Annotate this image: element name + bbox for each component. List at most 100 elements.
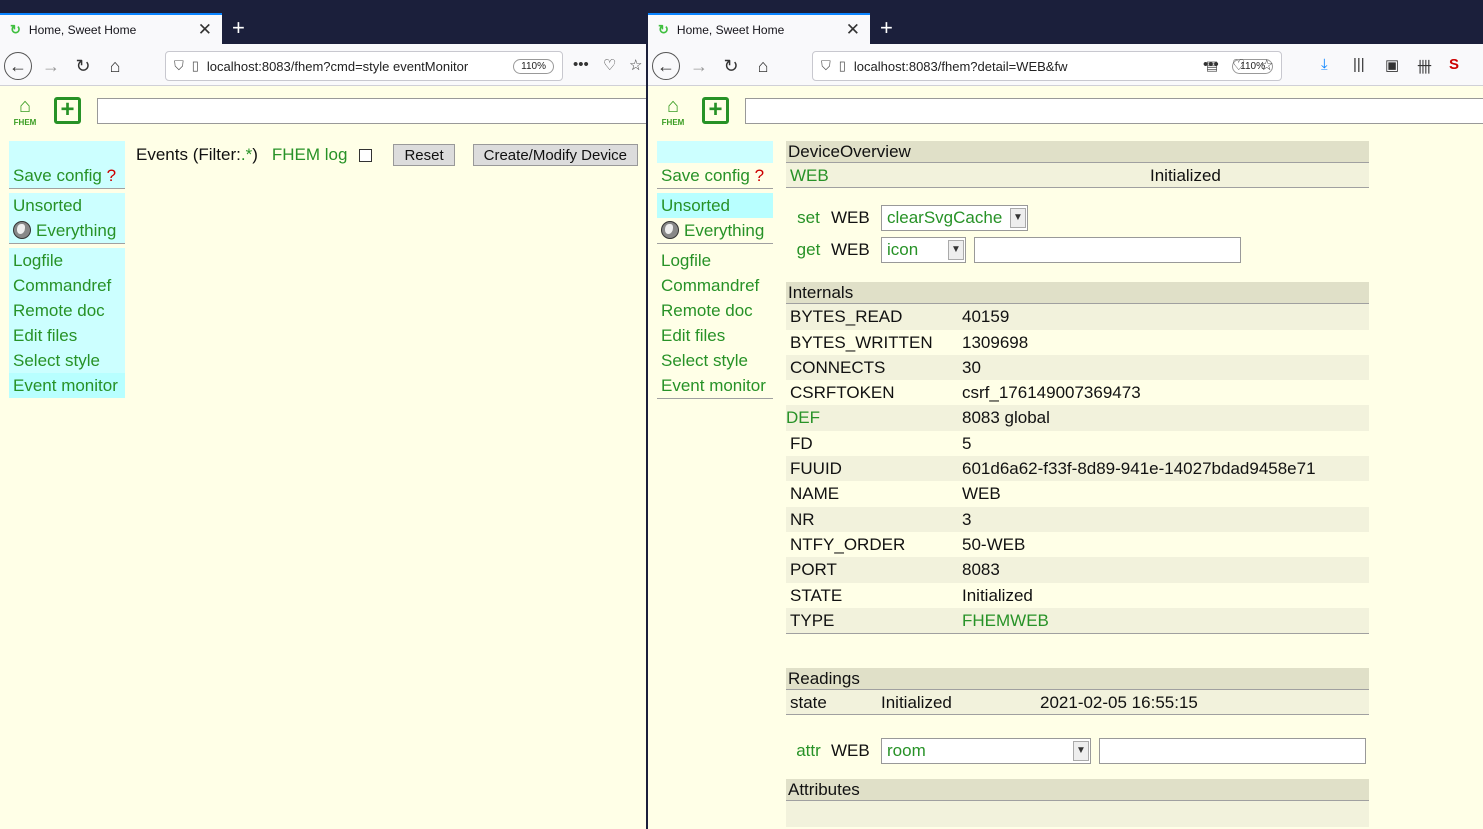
menu-edit-files[interactable]: Edit files [657, 323, 773, 348]
bookmark-star-icon[interactable]: ☆ [1260, 56, 1273, 74]
get-device-label: WEB [831, 240, 870, 260]
home-icon[interactable]: ⌂ [101, 52, 129, 80]
menu-remote-doc[interactable]: Remote doc [657, 298, 773, 323]
internal-key: FUUID [790, 459, 842, 479]
help-icon[interactable]: ? [755, 166, 764, 185]
menu-commandref[interactable]: Commandref [657, 273, 773, 298]
library-icon[interactable]: ||| [1353, 56, 1365, 73]
internal-key: CONNECTS [790, 357, 886, 377]
pocket-icon[interactable]: ♡ [1232, 56, 1245, 74]
menu-unsorted[interactable]: Unsorted [9, 193, 125, 218]
save-config-label: Save config [661, 166, 750, 185]
fhem-favicon-icon: ↻ [658, 21, 669, 37]
internal-value: 1309698 [962, 332, 1029, 352]
download-icon[interactable]: ⤓ [1321, 56, 1328, 73]
page-icon: ▯ [838, 58, 846, 73]
back-icon[interactable]: ← [4, 52, 32, 80]
command-input[interactable] [97, 98, 646, 124]
reload-icon[interactable]: ↻ [69, 52, 97, 80]
addon-icon[interactable]: S [1449, 56, 1459, 73]
menu-everything[interactable]: Everything [657, 218, 773, 243]
menu-unsorted[interactable]: Unsorted [657, 193, 773, 218]
more-icon[interactable]: ••• [1203, 56, 1219, 73]
internal-value: csrf_176149007369473 [962, 383, 1141, 403]
filter-link[interactable]: .* [241, 145, 252, 165]
home-icon[interactable]: ⌂ [749, 52, 777, 80]
menu-commandref[interactable]: Commandref [9, 273, 125, 298]
get-value-input[interactable] [974, 237, 1241, 264]
browser-tab[interactable]: ↻ Home, Sweet Home ✕ [0, 13, 222, 44]
side-menu: Save config ? Unsorted Everything Logfil… [657, 141, 773, 403]
set-command-row: set WEB clearSvgCache ▼ [786, 202, 1369, 234]
sidebar-icon[interactable]: ▣ [1385, 56, 1399, 74]
internal-key: BYTES_WRITTEN [790, 332, 933, 352]
internal-key[interactable]: DEF [786, 405, 962, 430]
everything-label: Everything [684, 221, 765, 240]
add-device-icon[interactable]: + [54, 97, 81, 124]
get-select[interactable]: icon ▼ [881, 237, 966, 264]
set-device-label: WEB [831, 208, 870, 228]
more-icon[interactable]: ••• [573, 56, 589, 73]
attr-value-input[interactable] [1099, 738, 1366, 765]
internals-header: Internals [786, 282, 1369, 305]
internal-row: CSRFTOKEN csrf_176149007369473 [786, 380, 1369, 405]
fhem-logo[interactable]: ⌂ FHEM [10, 94, 40, 128]
globe-icon [13, 221, 31, 239]
menu-remote-doc[interactable]: Remote doc [9, 298, 125, 323]
logo-text: FHEM [13, 118, 37, 127]
new-tab-icon[interactable]: + [232, 15, 245, 41]
globe-icon [661, 221, 679, 239]
internal-value[interactable]: FHEMWEB [962, 608, 1369, 633]
side-menu: Save config ? Unsorted Everything Logfil… [9, 141, 125, 398]
chevron-down-icon: ▼ [948, 240, 964, 261]
close-tab-icon[interactable]: ✕ [846, 20, 860, 40]
get-button[interactable]: get [786, 240, 831, 260]
extension-icon[interactable]: 卌 [1417, 56, 1432, 77]
attr-select[interactable]: room ▼ [881, 738, 1091, 765]
menu-logfile[interactable]: Logfile [657, 248, 773, 273]
internal-key: NR [790, 509, 815, 529]
command-input[interactable] [745, 98, 1483, 124]
menu-everything[interactable]: Everything [9, 218, 125, 243]
chevron-down-icon: ▼ [1010, 208, 1026, 229]
reload-icon[interactable]: ↻ [717, 52, 745, 80]
everything-label: Everything [36, 221, 117, 240]
set-select[interactable]: clearSvgCache ▼ [881, 205, 1028, 232]
menu-event-monitor[interactable]: Event monitor [9, 373, 125, 398]
save-config-link[interactable]: Save config ? [9, 163, 125, 188]
readings-header: Readings [786, 668, 1369, 691]
menu-logfile[interactable]: Logfile [9, 248, 125, 273]
attr-device-label: WEB [831, 741, 870, 761]
attribute-row [786, 801, 1369, 827]
help-icon[interactable]: ? [107, 166, 116, 185]
menu-edit-files[interactable]: Edit files [9, 323, 125, 348]
save-config-link[interactable]: Save config ? [657, 163, 773, 188]
attr-button[interactable]: attr [786, 741, 831, 761]
device-state: Initialized [1150, 166, 1221, 185]
logo-text: FHEM [661, 118, 685, 127]
new-tab-icon[interactable]: + [880, 15, 893, 41]
menu-event-monitor[interactable]: Event monitor [657, 373, 773, 398]
forward-icon[interactable]: → [37, 52, 65, 80]
internal-row: BYTES_WRITTEN 1309698 [786, 330, 1369, 355]
add-device-icon[interactable]: + [702, 97, 729, 124]
bookmark-star-icon[interactable]: ☆ [629, 56, 642, 74]
url-bar[interactable]: ⛉ ▯ localhost:8083/fhem?cmd=style eventM… [165, 51, 563, 81]
set-button[interactable]: set [786, 208, 831, 228]
menu-select-style[interactable]: Select style [9, 348, 125, 373]
forward-icon[interactable]: → [685, 52, 713, 80]
zoom-badge[interactable]: 110% [513, 58, 554, 74]
get-select-value: icon [887, 240, 919, 260]
fhem-log-checkbox[interactable] [359, 148, 373, 162]
menu-select-style[interactable]: Select style [657, 348, 773, 373]
fhem-log-link[interactable]: FHEM log [272, 145, 348, 165]
reset-button[interactable]: Reset [393, 144, 455, 166]
pocket-icon[interactable]: ♡ [603, 56, 616, 74]
create-modify-device-button[interactable]: Create/Modify Device [472, 144, 639, 166]
internal-key: STATE [790, 585, 843, 605]
back-icon[interactable]: ← [652, 52, 680, 80]
fhem-logo[interactable]: ⌂ FHEM [658, 94, 688, 128]
device-name-link[interactable]: WEB [790, 163, 1150, 187]
close-tab-icon[interactable]: ✕ [198, 20, 212, 40]
browser-tab[interactable]: ↻ Home, Sweet Home ✕ [648, 13, 870, 44]
